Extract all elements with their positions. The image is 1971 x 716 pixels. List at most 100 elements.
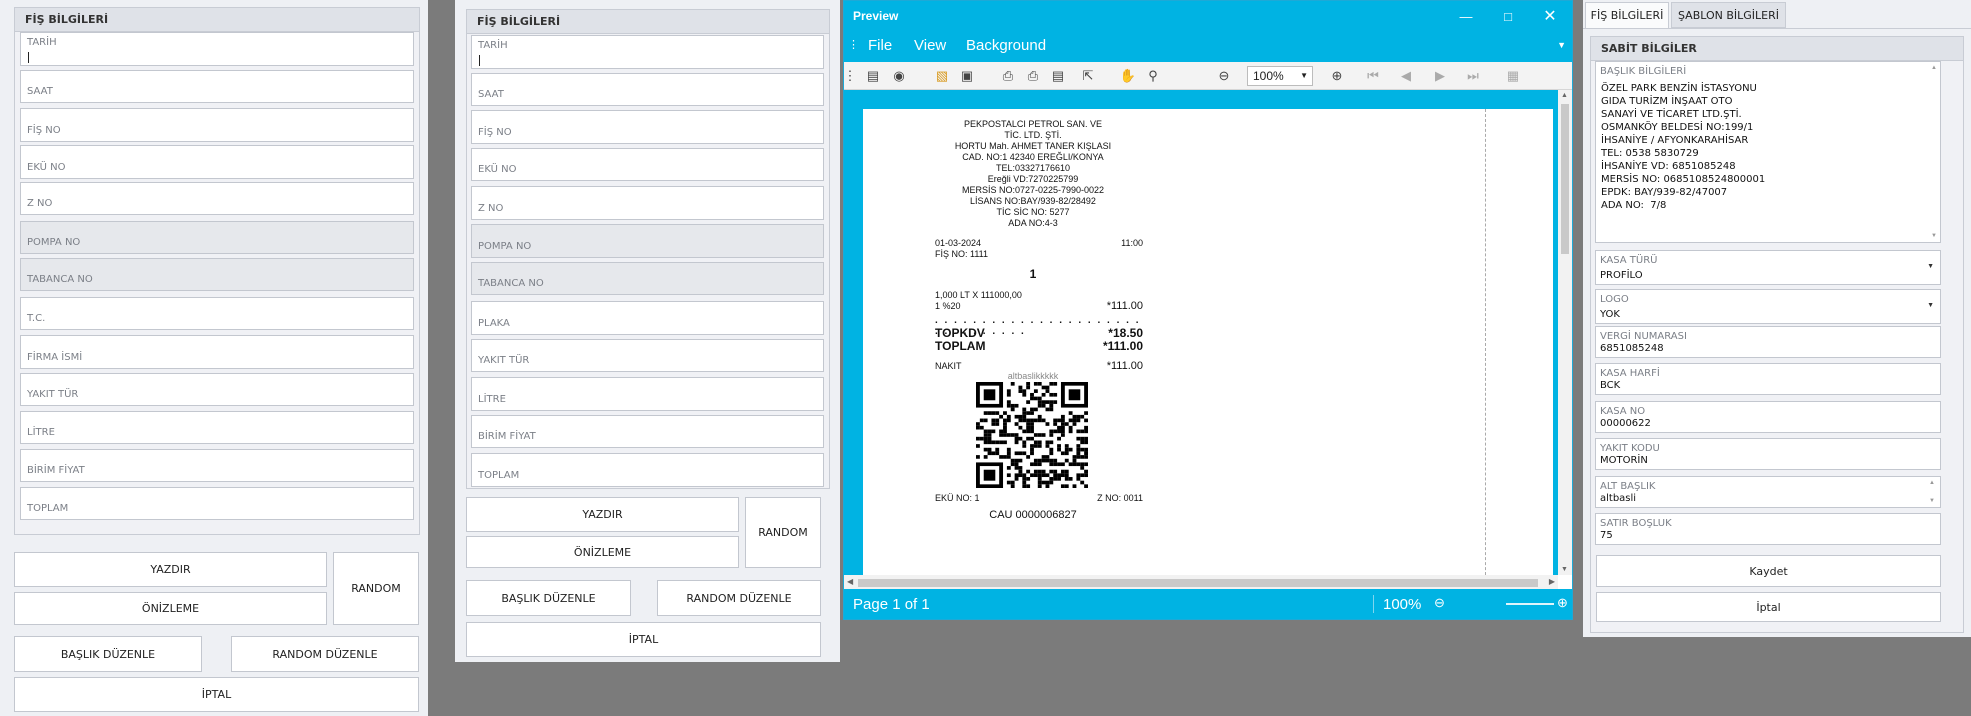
- previous-page-icon[interactable]: ◀: [1397, 67, 1415, 85]
- find-icon[interactable]: ◉: [890, 67, 908, 85]
- zoom-in-small-icon[interactable]: ⊕: [1557, 595, 1568, 611]
- vertical-scrollbar[interactable]: ▲ ▼: [1558, 90, 1572, 575]
- tab-sablon-bilgileri[interactable]: ŞABLON BİLGİLERİ: [1671, 2, 1786, 28]
- mid-print-button[interactable]: YAZDIR: [466, 497, 739, 532]
- field-label: LİTRE: [478, 394, 506, 405]
- field-label: YAKIT KODU: [1600, 443, 1660, 454]
- multiple-pages-icon[interactable]: ▦: [1504, 67, 1522, 85]
- mid-field-plaka[interactable]: PLAKA: [471, 301, 824, 335]
- mid-preview-button[interactable]: ÖNİZLEME: [466, 536, 739, 568]
- zoom-select[interactable]: 100% ▼: [1247, 66, 1313, 86]
- open-icon[interactable]: ▧: [933, 67, 951, 85]
- mid-field-pompa-no[interactable]: POMPA NO: [471, 224, 824, 258]
- zoom-out-small-icon[interactable]: ⊖: [1434, 595, 1445, 611]
- mid-field-saat[interactable]: SAAT: [471, 73, 824, 106]
- mid-field-eku-no[interactable]: EKÜ NO: [471, 148, 824, 181]
- mid-random-button[interactable]: RANDOM: [745, 497, 821, 568]
- left-field-fi-rma-i-smi[interactable]: FİRMA İSMİ: [20, 335, 414, 369]
- field-alt-baslik[interactable]: ALT BAŞLIK altbasli ▲ ▼: [1595, 476, 1941, 508]
- left-edit-random-button[interactable]: RANDOM DÜZENLE: [231, 636, 419, 672]
- zoom-out-icon[interactable]: ⊖: [1215, 67, 1233, 85]
- scroll-right-icon[interactable]: ▶: [1549, 577, 1555, 586]
- field-kasa-harfi[interactable]: KASA HARFİ BCK: [1595, 363, 1941, 395]
- maximize-icon[interactable]: □: [1488, 1, 1528, 31]
- field-kasa-turu[interactable]: KASA TÜRÜ PROFİLO ▼: [1595, 250, 1941, 285]
- hand-tool-icon[interactable]: ✋: [1119, 67, 1137, 85]
- minimize-icon[interactable]: —: [1446, 1, 1486, 31]
- page-setup-icon[interactable]: ▤: [1049, 67, 1067, 85]
- save-button[interactable]: Kaydet: [1596, 555, 1941, 587]
- mid-field-fi-s-no[interactable]: FİŞ NO: [471, 110, 824, 144]
- menu-view[interactable]: View: [914, 37, 946, 54]
- header-textarea[interactable]: BAŞLIK BİLGİLERİ ÖZEL PARK BENZİN İSTASY…: [1595, 61, 1941, 243]
- left-field-yakit-tur[interactable]: YAKIT TÜR: [20, 373, 414, 406]
- document-map-icon[interactable]: ▤: [864, 67, 882, 85]
- left-preview-button[interactable]: ÖNİZLEME: [14, 592, 327, 625]
- left-field-eku-no[interactable]: EKÜ NO: [20, 145, 414, 179]
- spin-down-icon[interactable]: ▼: [1929, 498, 1935, 504]
- mid-edit-random-button[interactable]: RANDOM DÜZENLE: [657, 580, 821, 616]
- left-print-button[interactable]: YAZDIR: [14, 552, 327, 587]
- menu-overflow-icon[interactable]: ▼: [1557, 40, 1566, 50]
- field-kasa-no[interactable]: KASA NO 00000622: [1595, 401, 1941, 433]
- zoom-in-icon[interactable]: ⊕: [1328, 67, 1346, 85]
- left-field-tari-h[interactable]: TARİH: [20, 32, 414, 66]
- close-icon[interactable]: ✕: [1530, 1, 1570, 31]
- mid-field-bi-ri-m-fi-yat[interactable]: BİRİM FİYAT: [471, 415, 824, 448]
- field-vergi-numarasi[interactable]: VERGİ NUMARASI 6851085248: [1595, 326, 1941, 358]
- left-field-li-tre[interactable]: LİTRE: [20, 411, 414, 444]
- scroll-down-icon[interactable]: ▼: [1561, 566, 1568, 573]
- scroll-thumb[interactable]: [1561, 104, 1569, 254]
- left-cancel-button[interactable]: İPTAL: [14, 677, 419, 712]
- textarea-scroll-up-icon[interactable]: ▲: [1931, 65, 1937, 71]
- print-icon[interactable]: ⎙: [999, 67, 1017, 85]
- cancel-button[interactable]: İptal: [1596, 592, 1941, 622]
- menu-file[interactable]: File: [868, 37, 892, 54]
- magnifier-icon[interactable]: ⚲: [1144, 67, 1162, 85]
- mid-field-z-no[interactable]: Z NO: [471, 186, 824, 220]
- left-field-bi-ri-m-fi-yat[interactable]: BİRİM FİYAT: [20, 449, 414, 482]
- mid-form-group: FİŞ BİLGİLERİ TARİH SAAT FİŞ NO EKÜ NO Z NO P…: [466, 9, 830, 489]
- left-field-tabanca-no[interactable]: TABANCA NO: [20, 258, 414, 291]
- mid-field-tabanca-no[interactable]: TABANCA NO: [471, 262, 824, 295]
- left-field-pompa-no[interactable]: POMPA NO: [20, 221, 414, 254]
- scale-icon[interactable]: ⇱: [1079, 67, 1097, 85]
- field-logo[interactable]: LOGO YOK ▼: [1595, 289, 1941, 324]
- dropdown-arrow-icon[interactable]: ▼: [1927, 302, 1934, 309]
- textarea-scroll-down-icon[interactable]: ▼: [1931, 233, 1937, 239]
- mid-cancel-button[interactable]: İPTAL: [466, 622, 821, 657]
- left-edit-header-button[interactable]: BAŞLIK DÜZENLE: [14, 636, 202, 672]
- field-label: KASA TÜRÜ: [1600, 255, 1658, 266]
- mid-field-li-tre[interactable]: LİTRE: [471, 377, 824, 411]
- left-field-t-c[interactable]: T.C.: [20, 297, 414, 330]
- scroll-up-icon[interactable]: ▲: [1561, 92, 1568, 99]
- tab-fis-bilgileri[interactable]: FİŞ BİLGİLERİ: [1585, 2, 1669, 28]
- mid-edit-header-button[interactable]: BAŞLIK DÜZENLE: [466, 580, 631, 616]
- hscroll-thumb[interactable]: [858, 579, 1538, 587]
- left-random-button[interactable]: RANDOM: [333, 552, 419, 625]
- quick-print-icon[interactable]: ⎙: [1024, 67, 1042, 85]
- field-value: 6851085248: [1600, 343, 1664, 354]
- left-field-fi-s-no[interactable]: FİŞ NO: [20, 108, 414, 142]
- dropdown-arrow-icon[interactable]: ▼: [1927, 263, 1934, 270]
- field-yakit-kodu[interactable]: YAKIT KODU MOTORİN: [1595, 438, 1941, 470]
- mid-field-toplam[interactable]: TOPLAM: [471, 453, 824, 487]
- next-page-icon[interactable]: ▶: [1431, 67, 1449, 85]
- receipt-item-amount: *111.00: [1106, 300, 1143, 312]
- save-icon[interactable]: ▣: [958, 67, 976, 85]
- field-label: PLAKA: [478, 318, 510, 329]
- scroll-left-icon[interactable]: ◀: [847, 577, 853, 586]
- last-page-icon[interactable]: ⏭: [1464, 67, 1482, 85]
- left-field-toplam[interactable]: TOPLAM: [20, 487, 414, 520]
- first-page-icon[interactable]: ⏮: [1364, 67, 1382, 85]
- left-field-z-no[interactable]: Z NO: [20, 182, 414, 215]
- left-field-saat[interactable]: SAAT: [20, 70, 414, 103]
- mid-field-tari-h[interactable]: TARİH: [471, 35, 824, 69]
- zoom-slider[interactable]: [1506, 603, 1554, 605]
- field-label: BİRİM FİYAT: [478, 431, 536, 442]
- field-value: MOTORİN: [1600, 455, 1648, 466]
- field-satir-bosluk[interactable]: SATIR BOŞLUK 75: [1595, 513, 1941, 545]
- spin-up-icon[interactable]: ▲: [1929, 480, 1935, 486]
- mid-field-yakit-tur[interactable]: YAKIT TÜR: [471, 339, 824, 372]
- menu-background[interactable]: Background: [966, 37, 1046, 54]
